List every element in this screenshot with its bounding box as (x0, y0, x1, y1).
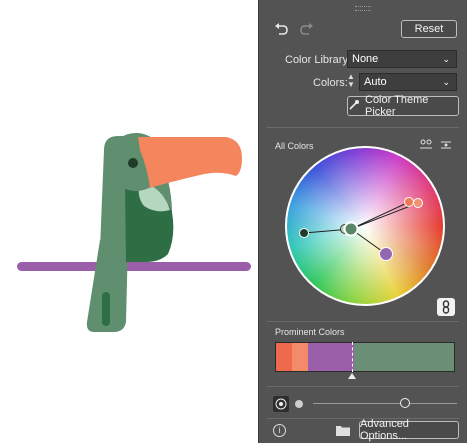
color-theme-picker-label: Color Theme Picker (365, 94, 429, 118)
wheel-marker-base[interactable] (343, 221, 359, 237)
prominent-color-segment[interactable] (354, 343, 454, 371)
prominent-divider-handle[interactable] (348, 373, 357, 379)
recolor-panel: Reset Color Library: None ⌄ Colors: ▲ ▼ A… (258, 0, 467, 443)
divider (267, 386, 459, 387)
info-icon[interactable]: i (273, 424, 286, 437)
color-library-value: None (352, 53, 379, 65)
divider (267, 127, 459, 128)
eyedropper-icon (348, 99, 360, 114)
chevron-down-icon: ⌄ (442, 54, 450, 64)
toucan-eye (128, 158, 138, 168)
toucan-illustration (17, 133, 251, 332)
folder-icon[interactable] (336, 425, 350, 436)
colors-stepper-icon[interactable]: ▲ ▼ (347, 73, 357, 91)
saturation-slider-track[interactable] (313, 403, 457, 404)
undo-icon[interactable] (273, 21, 289, 37)
perch-branch (17, 262, 251, 271)
prominent-colors-label: Prominent Colors (275, 327, 345, 337)
saturation-mode-button[interactable] (273, 396, 289, 412)
colors-value: Auto (364, 76, 387, 88)
artwork-canvas (0, 0, 258, 443)
wheel-marker-orange-1[interactable] (404, 197, 414, 207)
brightness-mode-button[interactable] (291, 396, 307, 412)
color-library-label: Color Library: (285, 54, 352, 66)
color-library-dropdown[interactable]: None ⌄ (347, 50, 457, 68)
prominent-color-segment[interactable] (276, 343, 293, 371)
wheel-marker-dark-green[interactable] (299, 228, 309, 238)
wheel-marker-purple[interactable] (379, 247, 393, 261)
prominent-color-segment[interactable] (292, 343, 309, 371)
toucan-beak (138, 137, 242, 188)
colors-dropdown[interactable]: Auto ⌄ (359, 73, 457, 91)
wheel-marker-orange-2[interactable] (413, 198, 423, 208)
toucan-leg (102, 292, 110, 326)
prominent-divider-line (352, 342, 354, 372)
saturation-slider-thumb[interactable] (400, 398, 411, 408)
link-harmony-icon[interactable] (437, 298, 455, 316)
prominent-colors-bar[interactable] (275, 342, 455, 372)
colors-label: Colors: (313, 77, 348, 89)
color-wheel-markers[interactable] (285, 146, 445, 306)
divider (267, 321, 459, 322)
prominent-color-segment[interactable] (308, 343, 355, 371)
panel-grip[interactable] (355, 6, 371, 11)
color-theme-picker-button[interactable]: Color Theme Picker (347, 94, 459, 118)
redo-icon[interactable] (299, 21, 315, 37)
reset-button[interactable]: Reset (401, 20, 457, 38)
advanced-options-button[interactable]: Advanced Options... (359, 418, 459, 442)
chevron-down-icon: ⌄ (442, 77, 450, 87)
